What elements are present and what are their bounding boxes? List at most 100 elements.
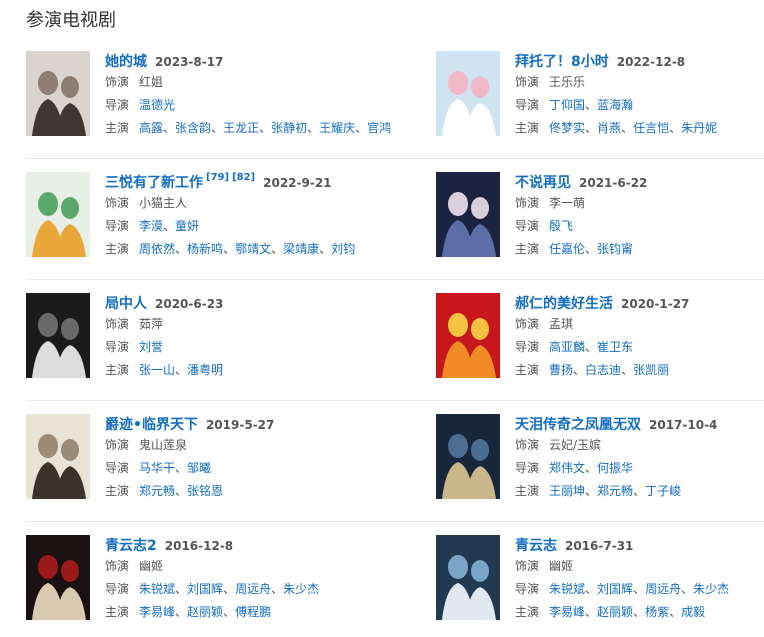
- person-link[interactable]: 刘钧: [331, 242, 355, 256]
- person-link[interactable]: 鄂靖文: [235, 242, 271, 256]
- person-link[interactable]: 官鸿: [367, 121, 391, 135]
- person-link[interactable]: 崔卫东: [597, 340, 633, 354]
- person-link[interactable]: 傅程鹏: [235, 605, 271, 619]
- role-row-label: 饰演: [515, 438, 540, 452]
- person-link[interactable]: 任嘉伦: [549, 242, 585, 256]
- director-row-label: 导演: [105, 98, 130, 112]
- person-link[interactable]: 张静初: [271, 121, 307, 135]
- drama-info: 青云志2 2016-12-8 饰演 幽姬 导演 朱锐斌、刘国辉、周远舟、朱少杰 主演 李易峰、…: [105, 535, 356, 624]
- drama-poster[interactable]: [436, 535, 500, 620]
- person-link[interactable]: 杨紫: [645, 605, 669, 619]
- reference-link[interactable]: [79]: [206, 172, 229, 183]
- person-link[interactable]: 赵丽颖: [187, 605, 223, 619]
- drama-info: 郝仁的美好生活 2020-1-27 饰演 孟琪 导演 高亚麟、崔卫东 主演 曹扬、白志迪、张凯…: [515, 293, 764, 382]
- person-link[interactable]: 李易峰: [549, 605, 585, 619]
- release-date: 2020-1-27: [621, 297, 690, 311]
- drama-title-link[interactable]: 青云志2: [105, 538, 157, 554]
- person-link[interactable]: 高亚麟: [549, 340, 585, 354]
- person-link[interactable]: 任言恺: [633, 121, 669, 135]
- person-link[interactable]: 张含韵: [175, 121, 211, 135]
- person-link[interactable]: 王龙正: [223, 121, 259, 135]
- person-link[interactable]: 梁靖康: [283, 242, 319, 256]
- person-link[interactable]: 邹曦: [187, 461, 211, 475]
- person-link[interactable]: 郑元畅: [597, 484, 633, 498]
- person-link[interactable]: 王耀庆: [319, 121, 355, 135]
- person-link[interactable]: 李易峰: [139, 605, 175, 619]
- drama-title-line: 郝仁的美好生活 2020-1-27: [515, 293, 764, 313]
- drama-title-link[interactable]: 三悦有了新工作: [105, 175, 203, 191]
- drama-title-link[interactable]: 拜托了！8小时: [515, 54, 609, 70]
- drama-title-link[interactable]: 郝仁的美好生活: [515, 296, 613, 312]
- person-link[interactable]: 刘国辉: [597, 582, 633, 596]
- person-link[interactable]: 高露: [139, 121, 163, 135]
- drama-poster[interactable]: [26, 172, 90, 257]
- director-row-label: 导演: [515, 461, 540, 475]
- separator: 、: [633, 484, 646, 498]
- person-link[interactable]: 刘国辉: [187, 582, 223, 596]
- drama-title-link[interactable]: 爵迹•临界天下: [105, 417, 198, 433]
- person-link[interactable]: 童妍: [175, 219, 199, 233]
- role-row: 饰演 王乐乐: [515, 71, 764, 94]
- person-link[interactable]: 潘粤明: [187, 363, 223, 377]
- drama-poster[interactable]: [436, 51, 500, 136]
- person-link[interactable]: 丁仰国: [549, 98, 585, 112]
- role-row: 饰演 红姐: [105, 71, 356, 94]
- separator: 、: [585, 340, 598, 354]
- director-row-label: 导演: [515, 582, 540, 596]
- person-link[interactable]: 刘誉: [139, 340, 163, 354]
- person-link[interactable]: 殷飞: [549, 219, 573, 233]
- drama-title-link[interactable]: 她的城: [105, 54, 147, 70]
- drama-poster[interactable]: [26, 293, 90, 378]
- person-link[interactable]: 何振华: [597, 461, 633, 475]
- person-link[interactable]: 杨新鸣: [187, 242, 223, 256]
- person-link[interactable]: 周远舟: [235, 582, 271, 596]
- drama-title-link[interactable]: 不说再见: [515, 175, 571, 191]
- person-link[interactable]: 张一山: [139, 363, 175, 377]
- person-link[interactable]: 肖燕: [597, 121, 621, 135]
- person-link[interactable]: 丁子峻: [645, 484, 681, 498]
- director-row-label: 导演: [105, 461, 130, 475]
- person-link[interactable]: 周远舟: [645, 582, 681, 596]
- drama-poster[interactable]: [26, 535, 90, 620]
- person-link[interactable]: 朱锐斌: [139, 582, 175, 596]
- drama-title-link[interactable]: 天泪传奇之凤凰无双: [515, 417, 641, 433]
- role-name: 云妃/玉嫔: [549, 438, 602, 452]
- person-link[interactable]: 成毅: [681, 605, 705, 619]
- person-link[interactable]: 蓝海瀚: [597, 98, 633, 112]
- person-link[interactable]: 曹扬: [549, 363, 573, 377]
- person-link[interactable]: 周依然: [139, 242, 175, 256]
- drama-poster[interactable]: [26, 414, 90, 499]
- person-link[interactable]: 朱少杰: [283, 582, 319, 596]
- person-link[interactable]: 朱少杰: [693, 582, 729, 596]
- reference-link[interactable]: [82]: [232, 172, 255, 183]
- person-link[interactable]: 王丽坤: [549, 484, 585, 498]
- role-name: 李一萌: [549, 196, 586, 210]
- drama-poster[interactable]: [436, 414, 500, 499]
- drama-poster[interactable]: [436, 293, 500, 378]
- person-link[interactable]: 马华干: [139, 461, 175, 475]
- person-link[interactable]: 白志迪: [585, 363, 621, 377]
- drama-poster[interactable]: [26, 51, 90, 136]
- separator: 、: [669, 121, 682, 135]
- person-link[interactable]: 郑元畅: [139, 484, 175, 498]
- drama-card: 青云志2 2016-12-8 饰演 幽姬 导演 朱锐斌、刘国辉、周远舟、朱少杰 主演 李易峰、…: [26, 535, 356, 625]
- person-link[interactable]: 张铭恩: [187, 484, 223, 498]
- person-link[interactable]: 张凯丽: [633, 363, 669, 377]
- drama-title-link[interactable]: 局中人: [105, 296, 147, 312]
- separator: 、: [633, 605, 646, 619]
- drama-poster[interactable]: [436, 172, 500, 257]
- drama-title-line: 青云志2 2016-12-8: [105, 535, 356, 555]
- person-link[interactable]: 朱锐斌: [549, 582, 585, 596]
- release-date: 2020-6-23: [155, 297, 224, 311]
- person-link[interactable]: 李漠: [139, 219, 163, 233]
- drama-title-link[interactable]: 青云志: [515, 538, 557, 554]
- person-link[interactable]: 郑伟文: [549, 461, 585, 475]
- person-link[interactable]: 朱丹妮: [681, 121, 717, 135]
- person-link[interactable]: 赵丽颖: [597, 605, 633, 619]
- person-link[interactable]: 张钧甯: [597, 242, 633, 256]
- separator: 、: [681, 582, 694, 596]
- cast-row: 主演 曹扬、白志迪、张凯丽: [515, 359, 764, 382]
- cast-row-label: 主演: [105, 484, 130, 498]
- person-link[interactable]: 佟梦实: [549, 121, 585, 135]
- person-link[interactable]: 温德光: [139, 98, 175, 112]
